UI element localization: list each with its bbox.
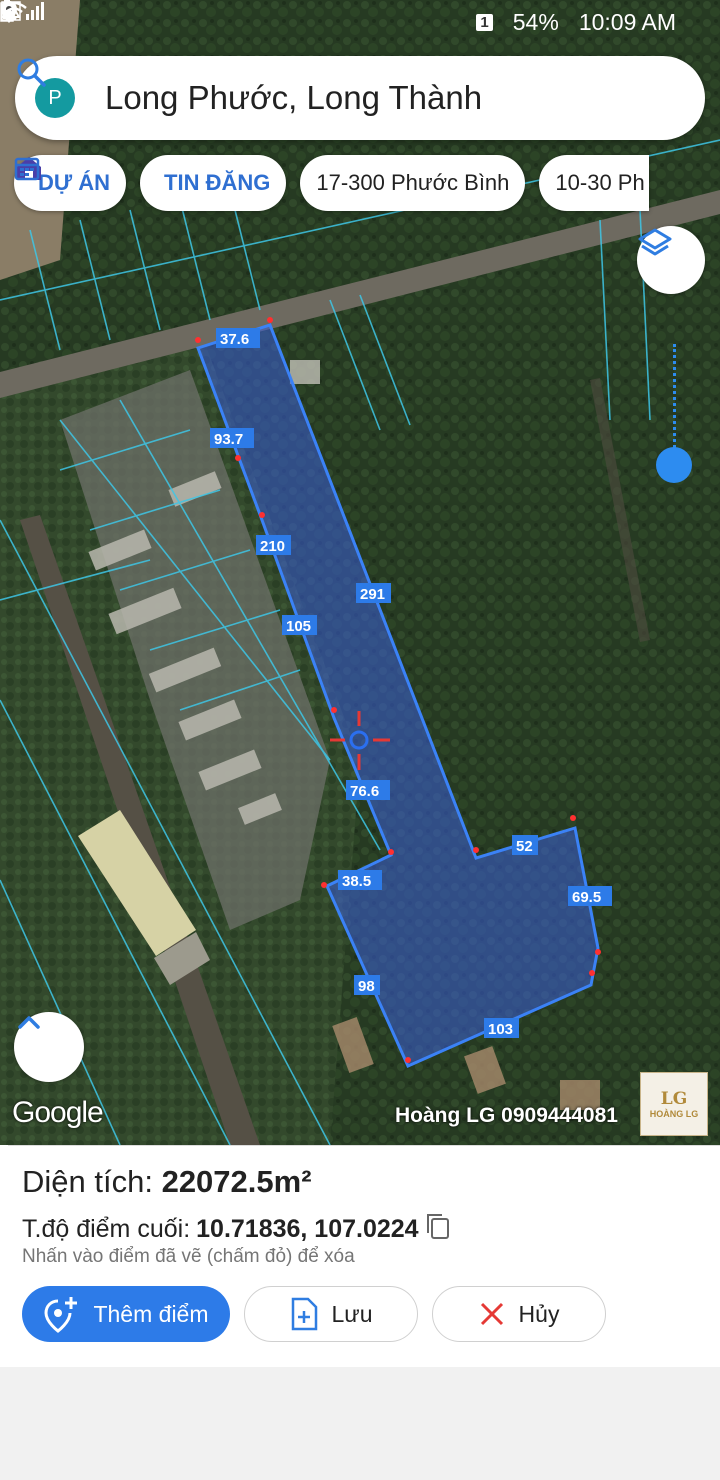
- status-bar: 1 54% 10:09 AM: [0, 0, 720, 44]
- area-row: Diện tích: 22072.5m²: [22, 1164, 312, 1200]
- map-view[interactable]: 37.6 93.7 210 105 291 76.6 52 69.5 38.5 98 103 1 5…: [0, 0, 720, 1145]
- coord-value: 10.71836, 107.0224: [196, 1215, 419, 1243]
- filter-chips: DỰ ÁN TIN ĐĂNG 17-300 Phước Bình 10-30 P…: [14, 155, 650, 211]
- edge-length-label: 291: [360, 586, 385, 603]
- battery-percent: 54%: [512, 8, 559, 35]
- save-button[interactable]: Lưu: [244, 1286, 418, 1342]
- area-value: 22072.5m²: [161, 1164, 312, 1199]
- google-logo: Google: [12, 1096, 104, 1129]
- coord-row: T.độ điểm cuối: 10.71836, 107.0224: [22, 1212, 451, 1247]
- save-label: Lưu: [331, 1300, 373, 1327]
- measure-sheet: Diện tích: 22072.5m² T.độ điểm cuối: 10.…: [8, 1145, 720, 1368]
- expand-button[interactable]: [14, 1012, 84, 1082]
- coord-label: T.độ điểm cuối:: [22, 1215, 191, 1243]
- file-add-icon: [291, 1297, 317, 1331]
- chip-label: TIN ĐĂNG: [164, 170, 271, 195]
- chip-label: DỰ ÁN: [38, 170, 111, 195]
- edge-length-label: 76.6: [350, 783, 379, 800]
- chip-tin-dang[interactable]: TIN ĐĂNG: [14, 155, 287, 211]
- hint-text: Nhấn vào điểm đã vẽ (chấm đỏ) để xóa: [22, 1246, 355, 1267]
- logo-mark: LG: [660, 1089, 688, 1109]
- cancel-button[interactable]: Hủy: [432, 1286, 606, 1342]
- edge-length-label: 93.7: [214, 431, 243, 448]
- add-location-icon: [44, 1297, 78, 1333]
- close-icon: [480, 1302, 503, 1326]
- chip-label: 17-300 Phước Bình: [316, 170, 510, 195]
- clock: 10:09 AM: [578, 8, 676, 35]
- add-point-button[interactable]: Thêm điểm: [22, 1286, 230, 1342]
- cancel-label: Hủy: [518, 1300, 560, 1327]
- search-bar[interactable]: P Long Phước, Long Thành: [15, 56, 705, 140]
- edge-length-label: 37.6: [220, 331, 249, 348]
- sim-badge: 1: [476, 13, 493, 31]
- layers-icon: [638, 228, 672, 256]
- edge-length-label: 105: [286, 618, 311, 635]
- nav-area: [0, 1367, 720, 1480]
- chip-partial[interactable]: 10-30 Ph: [539, 155, 650, 211]
- edge-length-label: 38.5: [342, 873, 371, 890]
- edge-length-label: 210: [260, 538, 285, 555]
- logo-name: HOÀNG LG: [649, 1109, 699, 1119]
- edge-length-label: 98: [358, 978, 375, 995]
- chip-phuoc-binh[interactable]: 17-300 Phước Bình: [300, 155, 526, 211]
- copy-icon[interactable]: [425, 1212, 451, 1247]
- edge-length-label: 103: [488, 1021, 513, 1038]
- hoang-lg-logo: LG HOÀNG LG: [640, 1072, 708, 1136]
- edge-length-label: 52: [516, 838, 533, 855]
- edge-length-label: 69.5: [572, 889, 601, 906]
- chip-label: 10-30 Ph: [555, 170, 645, 195]
- layers-button[interactable]: [637, 226, 705, 294]
- area-label: Diện tích:: [22, 1164, 153, 1199]
- zoom-slider-track[interactable]: [673, 344, 680, 454]
- watermark-text: Hoàng LG 0909444081: [395, 1104, 618, 1127]
- zoom-slider-thumb[interactable]: [656, 447, 692, 483]
- action-buttons: Thêm điểm Lưu Hủy: [22, 1286, 606, 1342]
- chevron-up-icon: [18, 1016, 40, 1029]
- add-point-label: Thêm điểm: [93, 1300, 209, 1327]
- search-input[interactable]: Long Phước, Long Thành: [105, 79, 679, 117]
